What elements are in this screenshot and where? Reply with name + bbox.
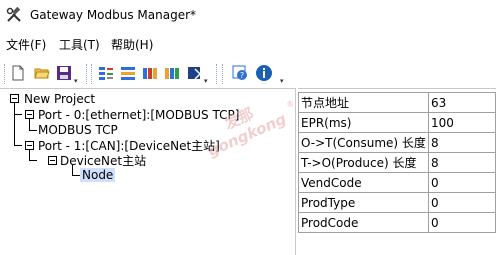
- property-value[interactable]: 8: [427, 152, 496, 173]
- tree-connector: [14, 145, 22, 146]
- table-row[interactable]: ProdType 0: [298, 192, 496, 213]
- tree-item-devicenet-master[interactable]: DeviceNet主站: [60, 154, 146, 168]
- title-bar: Gateway Modbus Manager*: [0, 0, 496, 30]
- download-icon[interactable]: [162, 63, 182, 83]
- svg-text:?: ?: [240, 71, 244, 80]
- upload-icon[interactable]: [140, 63, 160, 83]
- config-icon[interactable]: [184, 63, 204, 83]
- property-name: ProdType: [298, 192, 429, 213]
- project-tree: New Project Port - 0:[ethernet]:[MODBUS …: [0, 88, 296, 255]
- tree-item-node[interactable]: Node: [80, 168, 116, 182]
- menu-file[interactable]: 文件(F): [6, 36, 46, 53]
- collapse-port1-icon[interactable]: [25, 141, 34, 150]
- config-dropdown-icon[interactable]: ▾: [204, 78, 208, 85]
- property-name: ProdCode: [298, 212, 429, 233]
- toolbar: ▾ ▾ ? ▾: [0, 58, 496, 88]
- table-row[interactable]: O->T(Consume) 长度 8: [298, 132, 496, 153]
- info-icon[interactable]: [254, 63, 274, 83]
- table-row[interactable]: ProdCode 0: [298, 212, 496, 233]
- property-value[interactable]: 8: [427, 132, 496, 153]
- toolbar-grip: [91, 64, 93, 84]
- add-device-icon[interactable]: [118, 63, 138, 83]
- help-icon[interactable]: ?: [230, 63, 250, 83]
- table-row[interactable]: 节点地址 63: [298, 92, 496, 113]
- tree-item-port0[interactable]: Port - 0:[ethernet]:[MODBUS TCP]: [38, 108, 239, 122]
- window-title: Gateway Modbus Manager*: [30, 8, 197, 22]
- tree-item-port1[interactable]: Port - 1:[CAN]:[DeviceNet主站]: [38, 139, 220, 153]
- property-value[interactable]: 0: [427, 212, 496, 233]
- tree-connector: [29, 150, 30, 160]
- property-name: T->O(Produce) 长度: [298, 152, 429, 173]
- tools-icon: [6, 6, 22, 23]
- tree-connector: [14, 103, 15, 145]
- tree-connector: [29, 119, 30, 130]
- tree-connector: [29, 130, 37, 131]
- menu-tools[interactable]: 工具(T): [59, 36, 100, 53]
- property-name: 节点地址: [298, 92, 429, 113]
- tree-item-project[interactable]: New Project: [24, 92, 95, 106]
- properties-table: 节点地址 63 EPR(ms) 100 O->T(Consume) 长度 8 T…: [298, 92, 496, 233]
- tree-connector: [29, 160, 37, 161]
- add-port-icon[interactable]: [96, 63, 116, 83]
- tree-item-modbus-tcp[interactable]: MODBUS TCP: [38, 123, 118, 137]
- property-value[interactable]: 0: [427, 192, 496, 213]
- tree-connector: [14, 114, 22, 115]
- property-name: EPR(ms): [298, 112, 429, 133]
- table-row[interactable]: T->O(Produce) 长度 8: [298, 152, 496, 173]
- toolbar-separator: [86, 64, 88, 84]
- property-value[interactable]: 63: [427, 92, 496, 113]
- toolbar-grip: [222, 64, 224, 84]
- menu-bar: 文件(F) 工具(T) 帮助(H): [0, 34, 496, 54]
- collapse-port0-icon[interactable]: [25, 110, 34, 119]
- save-dropdown-icon[interactable]: ▾: [74, 78, 78, 85]
- property-value[interactable]: 0: [427, 172, 496, 193]
- open-folder-icon[interactable]: [32, 63, 52, 83]
- menu-help[interactable]: 帮助(H): [111, 36, 153, 53]
- table-row[interactable]: VendCode 0: [298, 172, 496, 193]
- info-dropdown-icon[interactable]: ▾: [280, 78, 284, 85]
- properties-grid: 节点地址 63 EPR(ms) 100 O->T(Consume) 长度 8 T…: [298, 88, 496, 255]
- table-row[interactable]: EPR(ms) 100: [298, 112, 496, 133]
- property-name: O->T(Consume) 长度: [298, 132, 429, 153]
- collapse-root-icon[interactable]: [10, 94, 19, 103]
- property-value[interactable]: 100: [427, 112, 496, 133]
- save-icon[interactable]: [54, 63, 74, 83]
- collapse-devicenet-icon[interactable]: [48, 156, 57, 165]
- toolbar-grip: [4, 64, 6, 84]
- property-name: VendCode: [298, 172, 429, 193]
- new-file-icon[interactable]: [8, 63, 28, 83]
- toolbar-separator: [216, 64, 218, 84]
- tree-connector: [72, 175, 80, 176]
